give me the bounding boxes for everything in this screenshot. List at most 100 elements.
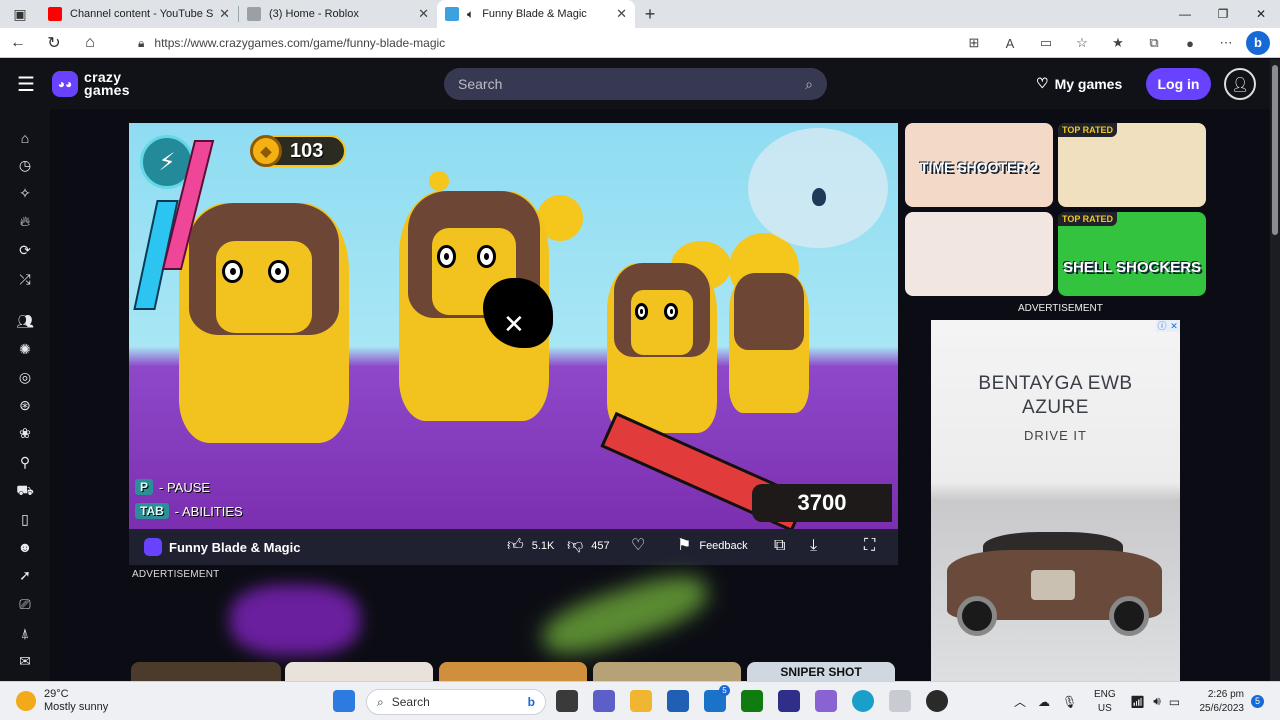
teams-icon[interactable]	[593, 690, 615, 712]
show-hidden-icons-icon[interactable]: ︿	[1014, 693, 1026, 710]
favorite-button[interactable]: ♡	[631, 538, 645, 554]
like-button[interactable]: 👍︎ 5.1K	[507, 538, 554, 554]
page-scrollbar[interactable]	[1270, 59, 1280, 681]
beauty-nav-icon[interactable]: ❀	[14, 422, 36, 444]
crazygames-logo[interactable]: ◕◕ crazy games	[52, 70, 130, 97]
new-tab-icon[interactable]: +	[635, 0, 665, 28]
speaker-icon[interactable]: 🔈︎	[467, 7, 474, 22]
casual-nav-icon[interactable]: ☻	[14, 536, 36, 558]
search-icon[interactable]: ⌕	[805, 76, 813, 93]
card-nav-icon[interactable]: ▯	[14, 508, 36, 530]
tab-actions-icon[interactable]: ▣	[0, 0, 40, 28]
taskbar-search[interactable]: ⌕ Search b	[366, 689, 546, 715]
login-button[interactable]: Log in	[1146, 68, 1211, 100]
refresh-icon[interactable]: ↻	[36, 33, 72, 53]
random-nav-icon[interactable]: ⤮	[14, 268, 36, 290]
scrollbar-thumb[interactable]	[1272, 65, 1278, 235]
add-favorite-icon[interactable]: ☆	[1066, 35, 1098, 51]
dislike-button[interactable]: 👎︎ 457	[567, 538, 610, 554]
read-aloud-icon[interactable]: A	[994, 36, 1026, 51]
cloud-icon[interactable]: ☁︎	[1038, 695, 1050, 709]
store-icon[interactable]	[667, 690, 689, 712]
car-nav-icon[interactable]: ⛟	[14, 479, 36, 501]
tab-roblox[interactable]: (3) Home - Roblox ✕	[239, 0, 437, 28]
adventure-nav-icon[interactable]: ◎	[14, 366, 36, 388]
game-card-time-shooter[interactable]: TIME SHOOTER 2	[905, 123, 1053, 207]
basketball-nav-icon[interactable]: ⊛	[14, 394, 36, 416]
recent-nav-icon[interactable]: ◷	[14, 154, 36, 176]
home-nav-icon[interactable]: ⌂	[14, 127, 36, 149]
embed-button[interactable]: ⧉	[774, 538, 785, 554]
app-icon[interactable]	[889, 690, 911, 712]
tab-youtube-studio[interactable]: Channel content - YouTube Studi ✕	[40, 0, 238, 28]
action-nav-icon[interactable]: ✺	[14, 338, 36, 360]
multiplayer-nav-icon[interactable]: 👥︎	[14, 310, 36, 332]
enemy-bandit	[179, 203, 349, 443]
feedback-button[interactable]: ⚑ Feedback	[677, 538, 748, 554]
language-indicator[interactable]: ENG US	[1094, 688, 1116, 716]
microphone-icon[interactable]: 🎙︎	[1062, 695, 1077, 709]
car-wheel	[1109, 596, 1149, 636]
download-button[interactable]: ⤓	[810, 538, 817, 554]
game-card-top-rated[interactable]: TOP RATED	[1058, 123, 1206, 207]
roblox-app-icon[interactable]	[926, 690, 948, 712]
quick-settings[interactable]: 📶︎ 🔊︎ ▭	[1130, 682, 1180, 720]
bentley-ad[interactable]: ⓘ ✕ BENTAYGA EWB AZURE DRIVE IT	[931, 320, 1180, 681]
close-tab-icon[interactable]: ✕	[418, 6, 429, 22]
game-card-shooter[interactable]	[905, 212, 1053, 296]
close-window-icon[interactable]: ✕	[1242, 0, 1280, 28]
bing-icon[interactable]: b	[1246, 31, 1270, 55]
close-tab-icon[interactable]: ✕	[219, 6, 230, 22]
trending-nav-icon[interactable]: 🔥︎	[14, 210, 36, 232]
game-card-shell-shockers[interactable]: TOP RATED SHELL SHOCKERS	[1058, 212, 1206, 296]
maximize-icon[interactable]: ❐	[1204, 0, 1242, 28]
profile-icon[interactable]: ●	[1174, 36, 1206, 51]
game-thumbnail[interactable]	[131, 662, 281, 682]
adchoices[interactable]: ⓘ ✕	[1156, 320, 1180, 332]
bike-nav-icon[interactable]: ⚲	[14, 451, 36, 473]
clicker-nav-icon[interactable]: ➚	[14, 564, 36, 586]
updated-nav-icon[interactable]: ⟳	[14, 239, 36, 261]
fullscreen-button[interactable]: ⛶	[864, 538, 875, 554]
mail-nav-icon[interactable]: ✉	[14, 650, 36, 672]
back-icon[interactable]: ←	[0, 34, 36, 52]
user-icon[interactable]: 👤︎	[1224, 68, 1256, 100]
immersive-reader-icon[interactable]: ▭	[1030, 35, 1062, 51]
adchoices-icon[interactable]: ⓘ	[1156, 320, 1168, 332]
app-icon[interactable]	[778, 690, 800, 712]
ad-cta[interactable]: DRIVE IT	[931, 428, 1180, 443]
game-thumbnail[interactable]	[593, 662, 741, 682]
xbox-icon[interactable]	[741, 690, 763, 712]
lock-icon[interactable]: 🔒︎	[138, 36, 144, 51]
controller-nav-icon[interactable]: ⎚	[14, 593, 36, 615]
address-bar[interactable]: 🔒︎ https://www.crazygames.com/game/funny…	[120, 31, 950, 55]
notification-badge[interactable]: 5	[1251, 695, 1264, 708]
edge-icon[interactable]	[852, 690, 874, 712]
app-icon[interactable]	[815, 690, 837, 712]
driving-nav-icon[interactable]: ⍋	[14, 622, 36, 644]
game-thumbnail[interactable]	[439, 662, 587, 682]
close-tab-icon[interactable]: ✕	[616, 6, 627, 22]
apps-icon[interactable]: ⊞	[958, 35, 990, 51]
weather-widget[interactable]: 29°C Mostly sunny	[16, 688, 108, 714]
menu-icon[interactable]: ☰	[0, 72, 52, 97]
start-icon[interactable]	[333, 690, 355, 712]
game-thumbnail[interactable]	[285, 662, 433, 682]
clock[interactable]: 2:26 pm 25/6/2023	[1198, 688, 1245, 716]
home-icon[interactable]: ⌂	[72, 34, 108, 52]
more-icon[interactable]: ⋯	[1210, 35, 1242, 51]
favorites-icon[interactable]: ★	[1102, 35, 1134, 51]
mail-icon[interactable]: 5	[704, 685, 730, 712]
task-view-icon[interactable]	[556, 690, 578, 712]
collections-icon[interactable]: ⧉	[1138, 35, 1170, 51]
embed-icon: ⧉	[774, 537, 786, 554]
file-explorer-icon[interactable]	[630, 690, 652, 712]
tab-funny-blade-magic[interactable]: 🔈︎ Funny Blade & Magic ✕	[437, 0, 635, 28]
minimize-icon[interactable]: —	[1166, 0, 1204, 28]
new-nav-icon[interactable]: ✧	[14, 182, 36, 204]
game-thumbnail-sniper-shot[interactable]: SNIPER SHOT	[747, 662, 895, 682]
ad-close-icon[interactable]: ✕	[1168, 320, 1180, 332]
my-games-link[interactable]: ♡ My games	[1036, 75, 1122, 92]
search-input[interactable]: Search ⌕	[444, 68, 827, 100]
more-games-strip: SNIPER SHOT	[131, 662, 901, 682]
